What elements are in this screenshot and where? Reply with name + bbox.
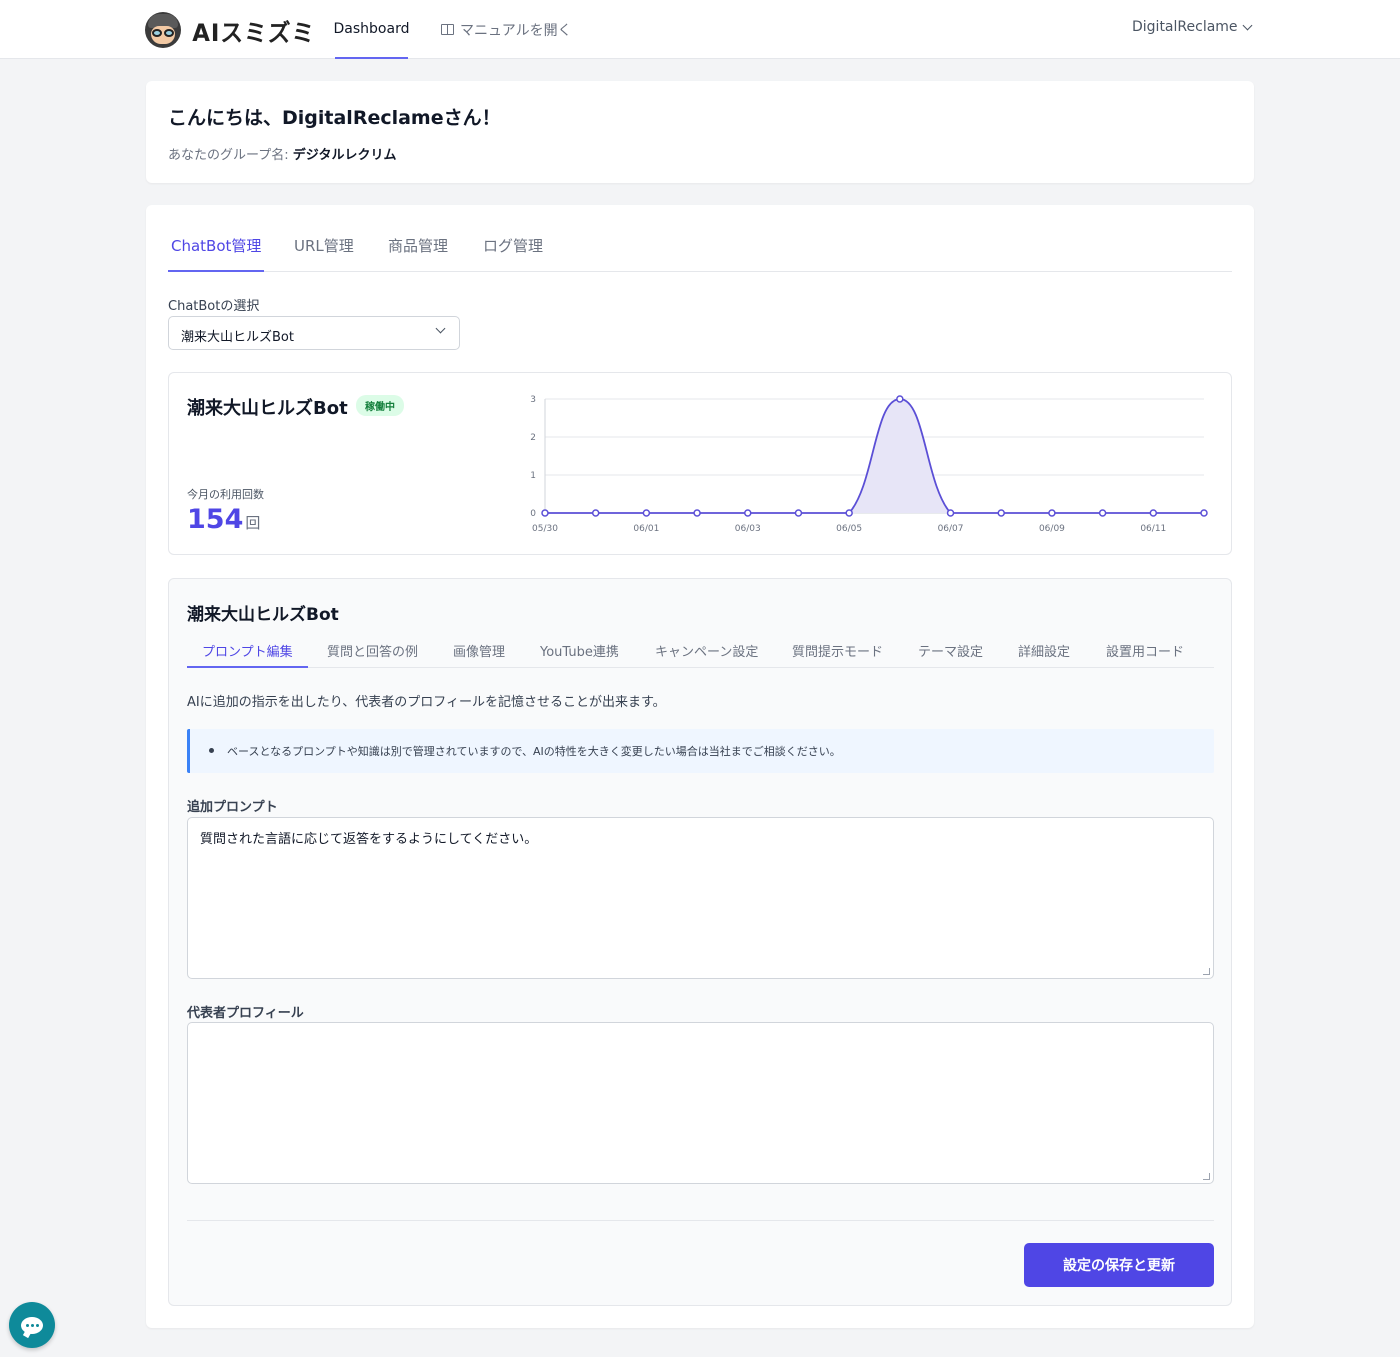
settings-title: 潮来大山ヒルズBot xyxy=(187,605,339,625)
chart-data-point xyxy=(1098,509,1107,517)
tab-products[interactable]: 商品管理 xyxy=(385,235,451,272)
chart-data-point xyxy=(642,509,651,517)
bullet-icon xyxy=(209,748,214,753)
save-button[interactable]: 設定の保存と更新 xyxy=(1024,1243,1214,1287)
tab-logs[interactable]: ログ管理 xyxy=(480,235,546,272)
chart-data-point xyxy=(794,509,803,517)
book-icon xyxy=(441,24,454,35)
tab-url[interactable]: URL管理 xyxy=(291,235,357,272)
nav-manual-label: マニュアルを開く xyxy=(460,22,572,39)
info-note: ベースとなるプロンプトや知識は別で管理されていますので、AIの特性を大きく変更し… xyxy=(187,729,1214,773)
subtab-embed-code[interactable]: 設置用コード xyxy=(1106,641,1184,668)
group-label: あなたのグループ名: xyxy=(168,148,293,163)
subtab-campaign[interactable]: キャンペーン設定 xyxy=(655,641,758,668)
prompt-text: 質問された言語に応じて返答をするようにしてください。 xyxy=(200,832,538,847)
usage-unit: 回 xyxy=(245,514,261,532)
resize-handle-icon[interactable] xyxy=(1203,1173,1210,1180)
chart-y-tick-label: 2 xyxy=(530,433,536,443)
usage-label: 今月の利用回数 xyxy=(187,488,264,501)
subtab-youtube[interactable]: YouTube連携 xyxy=(540,641,619,668)
chart-data-point xyxy=(845,509,853,517)
subtab-prompt[interactable]: プロンプト編集 xyxy=(187,641,308,668)
resize-handle-icon[interactable] xyxy=(1203,968,1210,975)
prompt-textarea[interactable]: 質問された言語に応じて返答をするようにしてください。 xyxy=(187,817,1214,979)
chatbot-select-value: 潮来大山ヒルズBot xyxy=(181,330,294,345)
profile-label: 代表者プロフィール xyxy=(187,1006,304,1021)
main-tabs: ChatBot管理 URL管理 商品管理 ログ管理 xyxy=(168,205,1232,272)
chart-y-tick-label: 3 xyxy=(530,395,536,405)
bot-name: 潮来大山ヒルズBot xyxy=(187,398,348,419)
chart-data-point xyxy=(693,509,701,517)
chart-area-fill xyxy=(545,399,1204,513)
nav-dashboard[interactable]: Dashboard xyxy=(334,0,409,59)
subtab-advanced[interactable]: 詳細設定 xyxy=(1018,641,1070,668)
chart-data-point xyxy=(1048,509,1056,517)
user-menu[interactable]: DigitalReclame xyxy=(1132,19,1252,35)
chevron-down-icon xyxy=(1242,20,1252,30)
chart-x-tick-label: 06/01 xyxy=(633,524,659,534)
chart-x-tick-label: 06/07 xyxy=(938,524,964,534)
chart-data-point xyxy=(896,395,904,403)
chart-y-tick-label: 1 xyxy=(530,471,536,481)
chart-x-tick-label: 06/09 xyxy=(1039,524,1065,534)
chart-x-tick-label: 06/03 xyxy=(735,524,761,534)
status-badge: 稼働中 xyxy=(356,395,404,416)
usage-count: 154 回 xyxy=(187,504,260,535)
nav-manual-link[interactable]: マニュアルを開く xyxy=(441,0,572,59)
chart-data-point xyxy=(1200,509,1208,517)
chart-y-tick-label: 0 xyxy=(530,509,536,519)
top-navbar: AIスミズミ Dashboard マニュアルを開く DigitalReclame xyxy=(0,0,1400,59)
chatbot-select[interactable]: 潮来大山ヒルズBot xyxy=(168,316,460,350)
subtab-images[interactable]: 画像管理 xyxy=(453,641,505,668)
bot-settings-card: 潮来大山ヒルズBot プロンプト編集 質問と回答の例 画像管理 YouTube連… xyxy=(168,578,1232,1306)
usage-value: 154 xyxy=(187,504,244,535)
chevron-down-icon xyxy=(435,323,446,334)
mascot-icon xyxy=(145,12,181,48)
profile-textarea[interactable] xyxy=(187,1022,1214,1184)
chart-data-point xyxy=(946,509,955,517)
group-name: デジタルレクリム xyxy=(292,148,397,163)
subtab-qa-examples[interactable]: 質問と回答の例 xyxy=(327,641,418,668)
chat-bubble-icon xyxy=(21,1316,43,1334)
welcome-card: こんにちは、DigitalReclameさん！ あなたのグループ名: デジタルレ… xyxy=(146,81,1254,183)
main-card: ChatBot管理 URL管理 商品管理 ログ管理 ChatBotの選択 潮来大… xyxy=(146,205,1254,1328)
chart-x-tick-label: 06/11 xyxy=(1140,524,1166,534)
subtab-theme[interactable]: テーマ設定 xyxy=(918,641,983,668)
settings-tabs: プロンプト編集 質問と回答の例 画像管理 YouTube連携 キャンペーン設定 … xyxy=(187,631,1214,668)
chart-x-tick-label: 05/30 xyxy=(532,524,558,534)
chatbot-select-label: ChatBotの選択 xyxy=(168,299,260,314)
chart-data-point xyxy=(1149,509,1158,517)
chart-data-point xyxy=(997,509,1005,517)
chart-data-point xyxy=(591,509,600,517)
tab-chatbot[interactable]: ChatBot管理 xyxy=(168,235,265,272)
divider xyxy=(187,1220,1214,1221)
usage-chart: 0 1 2 3 05/30 06/01 06/03 06/05 06/07 06/09 06/11 xyxy=(530,395,1208,534)
bot-summary-card: 潮来大山ヒルズBot 稼働中 今月の利用回数 154 回 0 1 2 3 05/30 06/… xyxy=(168,372,1232,555)
greeting: こんにちは、DigitalReclameさん！ xyxy=(168,107,501,129)
logo[interactable]: AIスミズミ xyxy=(145,11,319,49)
logo-text: AIスミズミ xyxy=(192,18,316,47)
subtab-question-mode[interactable]: 質問提示モード xyxy=(792,641,883,668)
prompt-description: AIに追加の指示を出したり、代表者のプロフィールを記憶させることが出来ます。 xyxy=(187,695,666,710)
chat-widget-button[interactable] xyxy=(9,1302,55,1348)
prompt-label: 追加プロンプト xyxy=(187,800,278,815)
chart-data-point xyxy=(541,509,549,517)
chart-data-point xyxy=(744,509,752,517)
chart-x-tick-label: 06/05 xyxy=(836,524,862,534)
info-note-text: ベースとなるプロンプトや知識は別で管理されていますので、AIの特性を大きく変更し… xyxy=(227,745,841,758)
user-name: DigitalReclame xyxy=(1132,19,1238,35)
group-info: あなたのグループ名: デジタルレクリム xyxy=(168,144,396,163)
